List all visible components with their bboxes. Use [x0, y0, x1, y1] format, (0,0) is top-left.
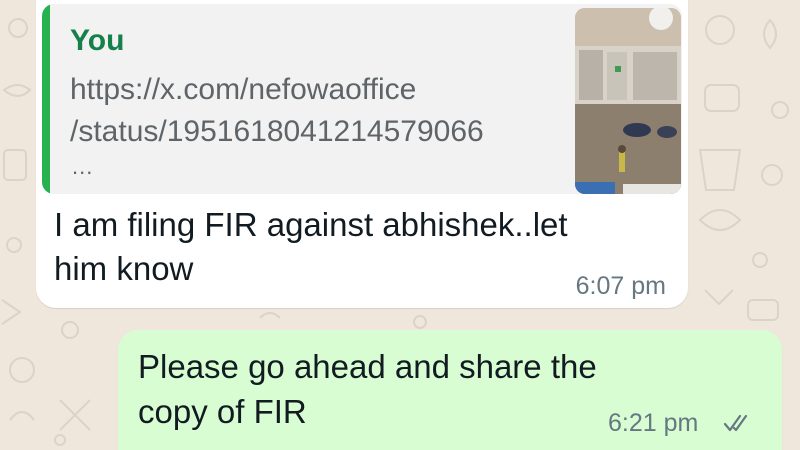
quote-accent-bar: [42, 4, 50, 194]
double-check-icon: [724, 414, 748, 432]
outgoing-message-text-line-1: Please go ahead and share the: [138, 348, 597, 385]
quoted-reply[interactable]: You https://x.com/nefowaoffice /status/1…: [42, 4, 682, 194]
incoming-message-text-line-1: I am filing FIR against abhishek..let: [54, 206, 568, 243]
outgoing-message-timestamp: 6:21 pm: [608, 409, 699, 437]
quote-ellipsis: ...: [72, 154, 94, 179]
quote-author: You: [70, 24, 125, 57]
incoming-message-text-line-2: him know: [54, 250, 194, 287]
outgoing-message-text-line-2: copy of FIR: [138, 393, 307, 430]
incoming-message-bubble[interactable]: You https://x.com/nefowaoffice /status/1…: [36, 0, 688, 308]
incoming-message-timestamp: 6:07 pm: [575, 272, 666, 300]
outgoing-message-bubble[interactable]: Please go ahead and share the copy of FI…: [118, 330, 782, 450]
quote-thumbnail-image[interactable]: [575, 8, 681, 194]
quote-link-line-2[interactable]: /status/1951618041214579066: [70, 115, 484, 149]
quote-link-line-1[interactable]: https://x.com/nefowaoffice: [70, 73, 416, 107]
